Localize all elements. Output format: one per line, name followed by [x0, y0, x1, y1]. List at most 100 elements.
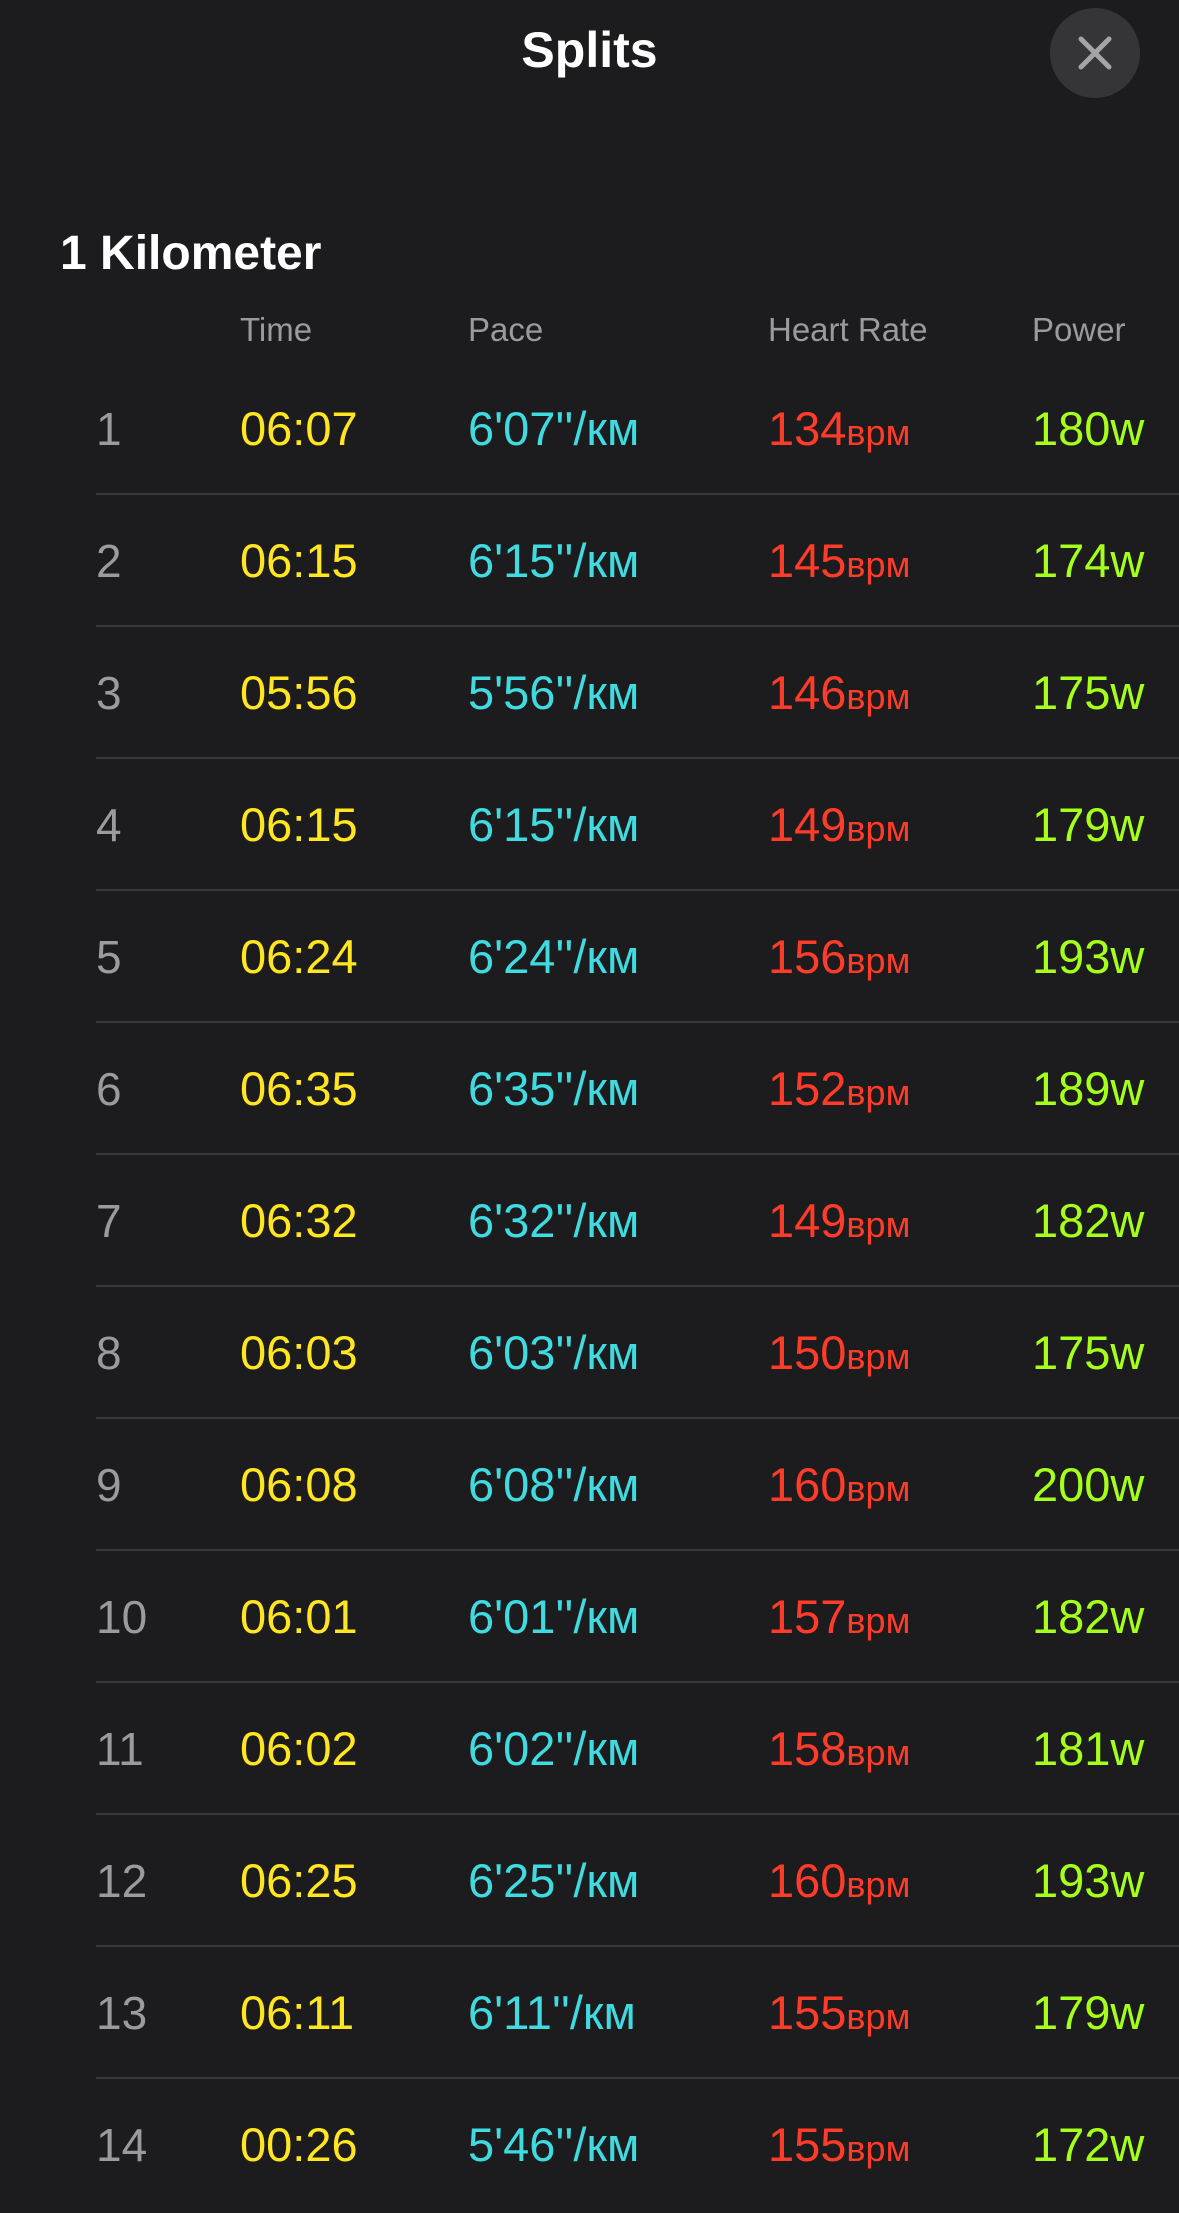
- heart-rate-unit: врм: [846, 544, 911, 585]
- heart-rate-value: 150: [768, 1326, 847, 1379]
- split-row: 12 06:25 6'25''/км 160врм 193w: [0, 1815, 1179, 1947]
- power-value: 175: [1032, 1326, 1111, 1379]
- heart-rate-unit: врм: [846, 1732, 911, 1773]
- pace-value: 5'56: [468, 666, 556, 719]
- pace-unit: ''/км: [555, 534, 640, 587]
- split-pace: 6'35''/км: [468, 1061, 639, 1117]
- split-power: 200w: [1032, 1457, 1144, 1513]
- pace-unit: ''/км: [555, 666, 640, 719]
- split-pace: 6'11''/км: [468, 1985, 636, 2041]
- split-row: 3 05:56 5'56''/км 146врм 175w: [0, 627, 1179, 759]
- heart-rate-unit: врм: [846, 2128, 911, 2169]
- split-index: 1: [96, 403, 122, 455]
- split-time: 05:56: [240, 666, 358, 719]
- power-value: 200: [1032, 1458, 1111, 1511]
- heart-rate-value: 146: [768, 666, 847, 719]
- pace-unit: ''/км: [551, 1986, 636, 2039]
- split-time: 06:08: [240, 1458, 358, 1511]
- split-pace: 6'02''/км: [468, 1721, 639, 1777]
- heart-rate-value: 145: [768, 534, 847, 587]
- heart-rate-unit: врм: [846, 1600, 911, 1641]
- pace-value: 6'02: [468, 1722, 556, 1775]
- pace-value: 6'15: [468, 798, 556, 851]
- split-pace: 5'46''/км: [468, 2117, 639, 2173]
- split-index: 13: [96, 1987, 148, 2039]
- split-pace: 6'32''/км: [468, 1193, 639, 1249]
- split-heart-rate: 160врм: [768, 1457, 910, 1517]
- split-row: 1 06:07 6'07''/км 134врм 180w: [0, 363, 1179, 495]
- heart-rate-unit: врм: [846, 1204, 911, 1245]
- pace-value: 6'03: [468, 1326, 556, 1379]
- pace-unit: ''/км: [555, 1458, 640, 1511]
- split-index: 8: [96, 1327, 122, 1379]
- power-value: 172: [1032, 2118, 1111, 2171]
- split-time: 06:24: [240, 930, 358, 983]
- heart-rate-unit: врм: [846, 808, 911, 849]
- split-power: 182w: [1032, 1193, 1144, 1249]
- split-heart-rate: 145врм: [768, 533, 910, 593]
- pace-unit: ''/км: [555, 2118, 640, 2171]
- pace-unit: ''/км: [555, 1062, 640, 1115]
- heart-rate-unit: врм: [846, 940, 911, 981]
- power-unit: w: [1110, 1722, 1145, 1775]
- split-index: 10: [96, 1591, 148, 1643]
- pace-unit: ''/км: [555, 1854, 640, 1907]
- close-icon: [1078, 36, 1112, 70]
- power-value: 193: [1032, 1854, 1111, 1907]
- pace-value: 5'46: [468, 2118, 556, 2171]
- heart-rate-unit: врм: [846, 1072, 911, 1113]
- power-value: 189: [1032, 1062, 1111, 1115]
- pace-value: 6'01: [468, 1590, 556, 1643]
- heart-rate-value: 158: [768, 1722, 847, 1775]
- power-value: 193: [1032, 930, 1111, 983]
- split-row: 2 06:15 6'15''/км 145врм 174w: [0, 495, 1179, 627]
- power-unit: w: [1110, 1986, 1145, 2039]
- split-row: 5 06:24 6'24''/км 156врм 193w: [0, 891, 1179, 1023]
- heart-rate-value: 160: [768, 1458, 847, 1511]
- split-heart-rate: 152врм: [768, 1061, 910, 1121]
- close-button[interactable]: [1050, 8, 1140, 98]
- split-pace: 5'56''/км: [468, 665, 639, 721]
- heart-rate-value: 149: [768, 798, 847, 851]
- heart-rate-value: 156: [768, 930, 847, 983]
- split-row: 14 00:26 5'46''/км 155врм 172w: [0, 2079, 1179, 2211]
- split-heart-rate: 146врм: [768, 665, 910, 725]
- split-pace: 6'03''/км: [468, 1325, 639, 1381]
- heart-rate-unit: врм: [846, 1336, 911, 1377]
- heart-rate-value: 160: [768, 1854, 847, 1907]
- split-heart-rate: 150врм: [768, 1325, 910, 1385]
- split-power: 193w: [1032, 1853, 1144, 1909]
- power-unit: w: [1110, 1458, 1145, 1511]
- split-time: 00:26: [240, 2118, 358, 2171]
- split-heart-rate: 155врм: [768, 1985, 910, 2045]
- split-row: 4 06:15 6'15''/км 149врм 179w: [0, 759, 1179, 891]
- power-value: 179: [1032, 1986, 1111, 2039]
- split-index: 5: [96, 931, 122, 983]
- split-row: 7 06:32 6'32''/км 149врм 182w: [0, 1155, 1179, 1287]
- power-value: 174: [1032, 534, 1111, 587]
- pace-unit: ''/км: [555, 1326, 640, 1379]
- power-unit: w: [1110, 402, 1145, 455]
- split-index: 12: [96, 1855, 148, 1907]
- split-index: 6: [96, 1063, 122, 1115]
- split-power: 179w: [1032, 797, 1144, 853]
- power-unit: w: [1110, 1590, 1145, 1643]
- pace-unit: ''/км: [555, 798, 640, 851]
- power-value: 179: [1032, 798, 1111, 851]
- heart-rate-value: 134: [768, 402, 847, 455]
- split-pace: 6'07''/км: [468, 401, 639, 457]
- power-unit: w: [1110, 534, 1145, 587]
- split-heart-rate: 149врм: [768, 797, 910, 857]
- split-power: 182w: [1032, 1589, 1144, 1645]
- split-heart-rate: 156врм: [768, 929, 910, 989]
- power-value: 180: [1032, 402, 1111, 455]
- split-index: 11: [96, 1723, 144, 1775]
- splits-list: 1 06:07 6'07''/км 134врм 180w 2 06:15 6'15''/км…: [0, 363, 1179, 2211]
- pace-value: 6'15: [468, 534, 556, 587]
- heart-rate-value: 152: [768, 1062, 847, 1115]
- pace-value: 6'25: [468, 1854, 556, 1907]
- navigation-bar: Splits: [0, 0, 1179, 110]
- power-value: 175: [1032, 666, 1111, 719]
- power-value: 182: [1032, 1194, 1111, 1247]
- split-time: 06:32: [240, 1194, 358, 1247]
